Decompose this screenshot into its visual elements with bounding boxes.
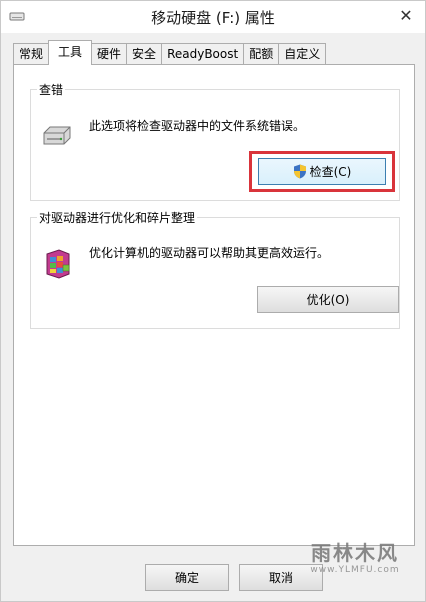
tab-security[interactable]: 安全	[126, 43, 163, 65]
tab-customize[interactable]: 自定义	[278, 43, 327, 65]
optimize-button-label: 优化(O)	[306, 293, 350, 307]
title-bar: 移动硬盘 (F:) 属性 ✕	[1, 1, 425, 33]
tools-tab-panel: 查错 此选项将检查驱动器中的文件系统错误。 检查(C) 对驱动器进行优化和碎片整…	[13, 64, 415, 546]
optimize-button[interactable]: 优化(O)	[257, 286, 399, 313]
watermark-text: 雨林木风	[311, 541, 399, 565]
optimize-description: 优化计算机的驱动器可以帮助其更高效运行。	[89, 246, 330, 260]
error-check-group: 查错 此选项将检查驱动器中的文件系统错误。 检查(C)	[30, 81, 400, 201]
close-button[interactable]: ✕	[395, 6, 417, 26]
optimize-group-label: 对驱动器进行优化和碎片整理	[37, 209, 198, 226]
check-button-label: 检查(C)	[309, 165, 352, 179]
cancel-button-label: 取消	[268, 571, 293, 585]
error-check-group-label: 查错	[37, 81, 66, 98]
uac-shield-icon	[293, 164, 306, 179]
drive-icon	[43, 126, 71, 145]
watermark-url: www.YLMFU.com	[310, 565, 400, 575]
check-button[interactable]: 检查(C)	[258, 158, 386, 185]
tab-strip: 常规 工具 硬件 安全 ReadyBoost 配额 自定义	[13, 40, 327, 65]
optimize-group: 对驱动器进行优化和碎片整理 优化计算机的驱动器可以帮助其更高效运行。 优化(O)	[30, 209, 400, 329]
watermark: 雨林木风 www.YLMFU.com	[295, 533, 415, 583]
tab-tools[interactable]: 工具	[48, 40, 93, 65]
defrag-icon	[46, 249, 70, 279]
tab-general[interactable]: 常规	[13, 43, 50, 65]
tab-hardware[interactable]: 硬件	[91, 43, 128, 65]
tab-quota[interactable]: 配额	[243, 43, 280, 65]
ok-button-label: 确定	[174, 571, 199, 585]
ok-button[interactable]: 确定	[145, 564, 229, 591]
window-title: 移动硬盘 (F:) 属性	[151, 9, 275, 27]
error-check-description: 此选项将检查驱动器中的文件系统错误。	[89, 119, 306, 133]
properties-dialog: 移动硬盘 (F:) 属性 ✕ 常规 工具 硬件 安全 ReadyBoost 配额…	[0, 0, 426, 602]
tab-readyboost[interactable]: ReadyBoost	[161, 43, 245, 65]
